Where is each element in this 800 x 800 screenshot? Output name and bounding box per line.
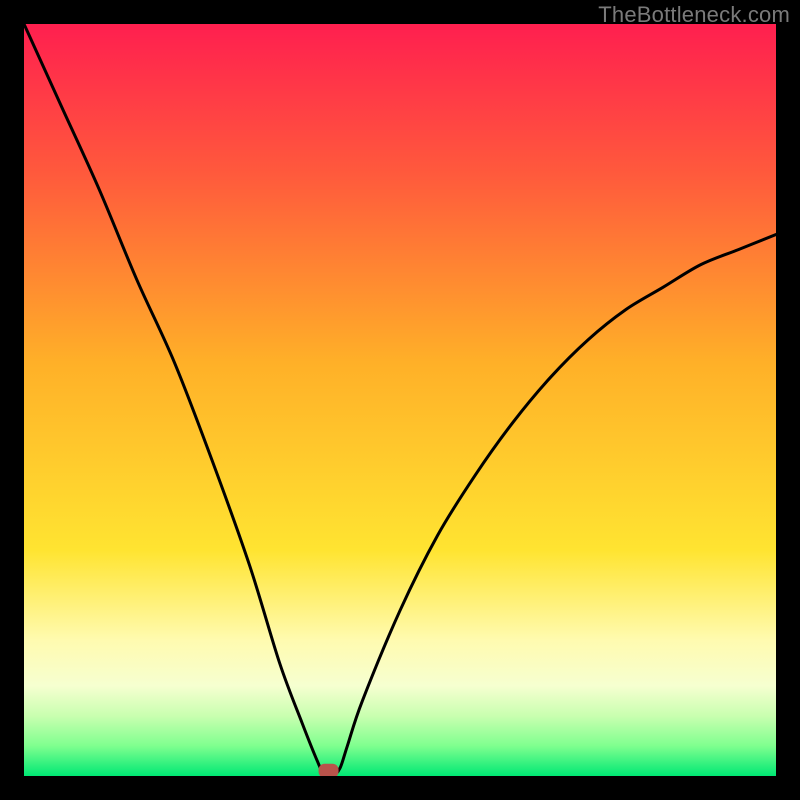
- plot-area: [24, 24, 776, 776]
- gradient-background: [24, 24, 776, 776]
- plot-svg: [24, 24, 776, 776]
- minimum-marker: [319, 764, 339, 776]
- chart-container: TheBottleneck.com: [0, 0, 800, 800]
